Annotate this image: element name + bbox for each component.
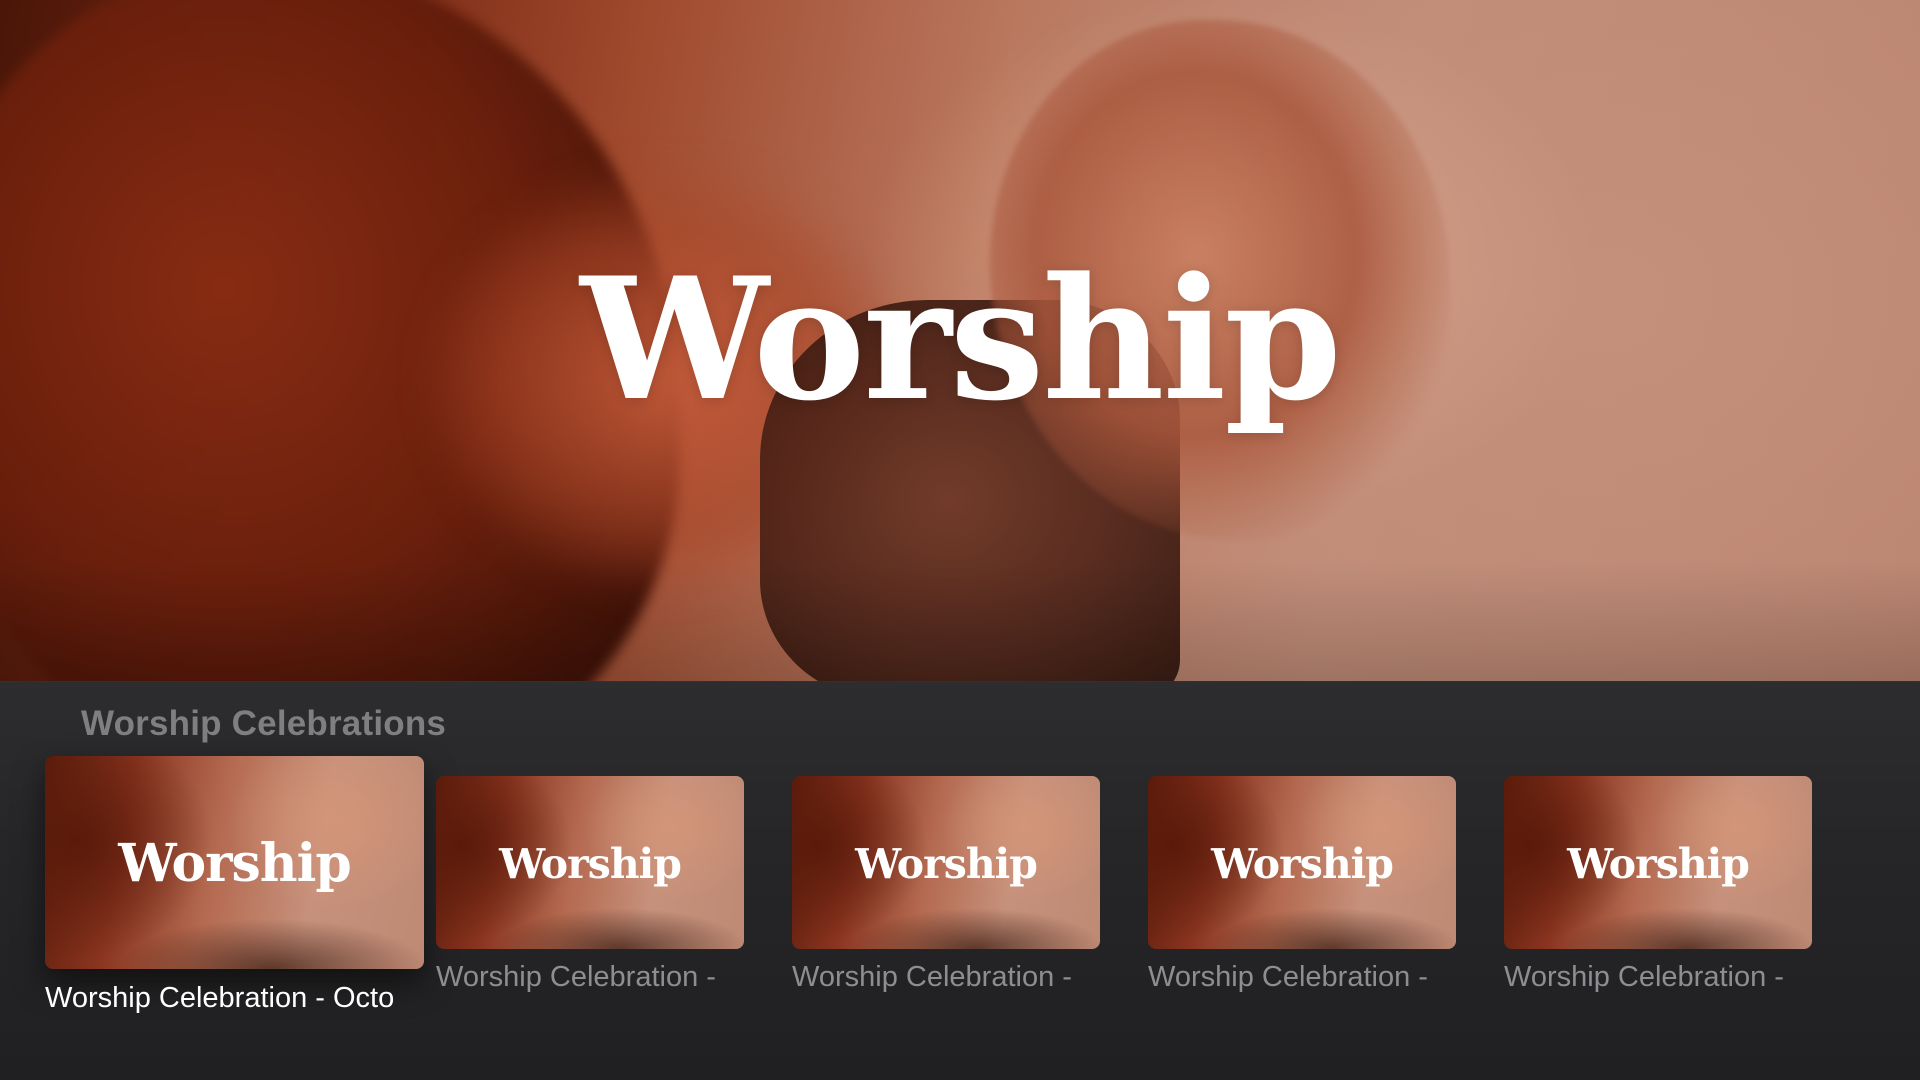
video-tile[interactable]: Worship Worship Celebration - bbox=[792, 776, 1100, 992]
video-thumbnail: Worship bbox=[792, 776, 1100, 949]
thumbnail-title: Worship bbox=[1211, 840, 1394, 888]
hero-title: Worship bbox=[580, 240, 1342, 438]
content-shelf: Worship Celebrations Worship Worship Cel… bbox=[0, 681, 1920, 1080]
tv-app-screen: Worship Worship Celebrations Worship Wor… bbox=[0, 0, 1920, 1080]
video-thumbnail: Worship bbox=[1504, 776, 1812, 949]
hero-banner: Worship bbox=[0, 0, 1920, 681]
video-thumbnail: Worship bbox=[436, 776, 744, 949]
video-tile-label: Worship Celebration - bbox=[792, 963, 1072, 992]
thumbnail-title: Worship bbox=[499, 840, 682, 888]
video-tile[interactable]: Worship Worship Celebration - bbox=[1148, 776, 1456, 992]
video-tile[interactable]: Worship Worship Celebration - Octo bbox=[45, 756, 424, 1013]
thumbnail-title: Worship bbox=[1567, 840, 1750, 888]
thumbnail-title: Worship bbox=[118, 833, 351, 894]
video-tile[interactable]: Worship Worship Celebration - bbox=[436, 776, 744, 992]
video-tile-label: Worship Celebration - bbox=[1148, 963, 1428, 992]
video-tile-label: Worship Celebration - bbox=[436, 963, 716, 992]
video-tile-label: Worship Celebration - Octo bbox=[45, 984, 395, 1013]
video-thumbnail: Worship bbox=[1148, 776, 1456, 949]
video-thumbnail: Worship bbox=[45, 756, 424, 969]
video-tile-label: Worship Celebration - bbox=[1504, 963, 1784, 992]
shelf-title: Worship Celebrations bbox=[81, 704, 447, 743]
thumbnail-title: Worship bbox=[855, 840, 1038, 888]
video-tile[interactable]: Worship Worship Celebration - bbox=[1504, 776, 1812, 992]
